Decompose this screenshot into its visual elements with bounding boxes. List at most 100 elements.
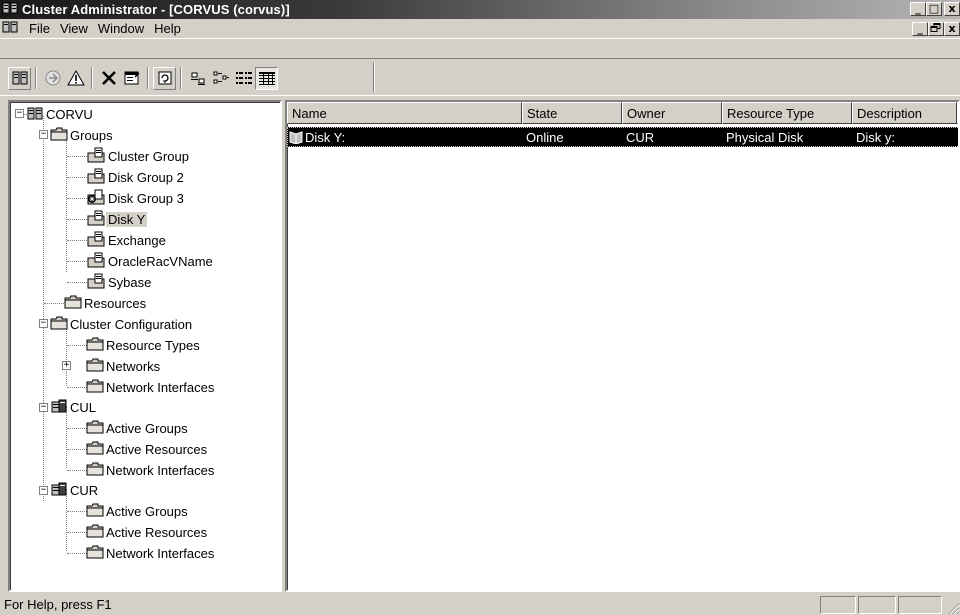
folder-icon (64, 295, 82, 312)
folder-icon (86, 379, 104, 396)
tree-item-disk-y[interactable]: Disk Y (86, 209, 148, 229)
menu-window[interactable]: Window (93, 21, 149, 36)
tree-item-sybase[interactable]: Sybase (86, 272, 153, 292)
group-icon (86, 168, 106, 187)
small-icons-view-icon[interactable] (209, 67, 232, 90)
tree-item-label: Sybase (108, 274, 152, 290)
folder-icon (50, 316, 68, 333)
tree-collapse-toggle[interactable]: − (39, 403, 48, 412)
large-icons-view-icon[interactable] (186, 67, 209, 90)
group-icon (86, 252, 106, 271)
tree-item-label: Networks (106, 358, 161, 374)
tree-item-label: Active Resources (106, 441, 208, 457)
group-icon (86, 147, 106, 166)
tree-view[interactable]: − CORVU − Groups Cluster Group Disk Grou… (8, 100, 282, 592)
tree-item-cul-network-interfaces[interactable]: Network Interfaces (86, 460, 216, 480)
tree-item-cul-active-groups[interactable]: Active Groups (86, 418, 190, 438)
open-connection-icon[interactable] (8, 66, 31, 90)
group-icon (86, 231, 106, 250)
document-system-menu-icon[interactable] (2, 20, 18, 37)
toolbar-separator (91, 67, 93, 89)
mdi-restore-button[interactable] (928, 22, 944, 36)
tree-collapse-toggle[interactable]: − (39, 319, 48, 328)
tree-item-label: Active Groups (106, 420, 188, 436)
details-view-icon[interactable] (255, 66, 278, 90)
cluster-admin-app-icon[interactable] (2, 1, 18, 18)
tree-collapse-toggle[interactable]: − (39, 486, 48, 495)
tree-collapse-toggle[interactable]: − (39, 130, 48, 139)
tree-item-cluster-group[interactable]: Cluster Group (86, 146, 191, 166)
status-panel (858, 596, 896, 614)
take-offline-icon[interactable] (64, 67, 87, 90)
tree-item-oracleracvname[interactable]: OracleRacVName (86, 251, 215, 271)
folder-icon (86, 358, 104, 375)
tree-item-resources[interactable]: Resources (64, 293, 148, 313)
column-header-description[interactable]: Description (852, 102, 957, 124)
tree-item-disk-group-3[interactable]: Disk Group 3 (86, 188, 186, 208)
tree-item-network-interfaces[interactable]: Network Interfaces (86, 377, 216, 397)
minimize-button[interactable]: _ (910, 2, 926, 16)
column-header-name[interactable]: Name (287, 102, 522, 124)
tree-item-cur-network-interfaces[interactable]: Network Interfaces (86, 543, 216, 563)
tree-item-resource-types[interactable]: Resource Types (86, 335, 202, 355)
toolbar-buttons (8, 63, 278, 93)
folder-icon (86, 503, 104, 520)
table-row[interactable]: Disk Y: Online CUR Physical Disk Disk y: (287, 127, 958, 147)
cell-state: Online (526, 129, 564, 145)
bring-online-icon[interactable] (41, 67, 64, 90)
tree-item-label: Cluster Group (108, 148, 189, 164)
tree-item-node-cur[interactable]: CUR (50, 480, 100, 500)
mdi-minimize-button[interactable]: _ (912, 22, 928, 36)
folder-icon (86, 524, 104, 541)
menu-view[interactable]: View (55, 21, 93, 36)
mdi-close-button[interactable]: x (944, 22, 960, 36)
tree-item-label: Resource Types (106, 337, 200, 353)
folder-icon (86, 337, 104, 354)
tree-item-groups[interactable]: Groups (50, 125, 115, 145)
tree-line (43, 116, 44, 501)
status-text: For Help, press F1 (4, 597, 112, 612)
tree-item-label: Network Interfaces (106, 462, 215, 478)
server-node-icon (50, 398, 68, 417)
tree-item-label: OracleRacVName (108, 253, 213, 269)
window-title: Cluster Administrator - [CORVUS (corvus)… (22, 2, 290, 17)
status-bar: For Help, press F1 (0, 594, 960, 615)
group-icon (86, 210, 106, 229)
tree-item-exchange[interactable]: Exchange (86, 230, 168, 250)
tree-item-root[interactable]: CORVU (26, 104, 95, 124)
properties-icon[interactable] (120, 67, 143, 90)
tree-item-cur-active-groups[interactable]: Active Groups (86, 501, 190, 521)
folder-icon (86, 441, 104, 458)
maximize-button[interactable]: □ (926, 2, 942, 16)
tree-item-node-cul[interactable]: CUL (50, 397, 98, 417)
group-icon (86, 273, 106, 292)
resource-name: Disk Y: (305, 129, 346, 145)
column-header-owner[interactable]: Owner (622, 102, 722, 124)
tree-item-disk-group-2[interactable]: Disk Group 2 (86, 167, 186, 187)
cell-description: Disk y: (856, 129, 895, 145)
toolbar-end-separator (373, 62, 375, 92)
tree-item-cur-active-resources[interactable]: Active Resources (86, 522, 209, 542)
tree-item-label: Groups (70, 127, 113, 143)
delete-icon[interactable] (97, 67, 120, 90)
tree-item-label: CUR (70, 482, 99, 498)
list-view-icon[interactable] (232, 67, 255, 90)
tree-item-cul-active-resources[interactable]: Active Resources (86, 439, 209, 459)
tree-item-label: Network Interfaces (106, 379, 215, 395)
cell-resource-type: Physical Disk (726, 129, 804, 145)
close-button[interactable]: x (944, 2, 960, 16)
column-header-resource-type[interactable]: Resource Type (722, 102, 852, 124)
column-header-state[interactable]: State (522, 102, 622, 124)
menu-file[interactable]: File (24, 21, 55, 36)
status-panel (820, 596, 856, 614)
tree-item-label: CUL (70, 399, 97, 415)
resource-list-view[interactable]: Name State Owner Resource Type Descripti… (285, 100, 960, 592)
tree-item-networks[interactable]: Networks (86, 356, 162, 376)
folder-icon (86, 545, 104, 562)
tree-item-label: Disk Group 3 (108, 190, 184, 206)
tree-expand-toggle[interactable]: + (62, 361, 71, 370)
menu-help[interactable]: Help (149, 21, 186, 36)
resize-grip-icon[interactable] (946, 601, 960, 615)
tree-item-cluster-configuration[interactable]: Cluster Configuration (50, 314, 194, 334)
refresh-icon[interactable] (153, 66, 176, 90)
